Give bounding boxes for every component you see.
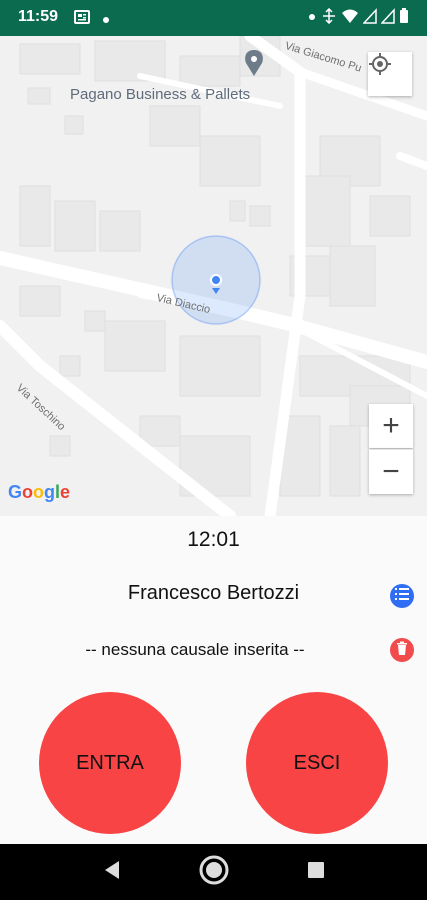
poi-label[interactable]: Pagano Business & Pallets xyxy=(70,86,250,103)
status-right-icons xyxy=(307,7,409,29)
google-logo-letter: G xyxy=(8,482,23,502)
recents-button[interactable] xyxy=(304,858,328,886)
zoom-out-button[interactable]: − xyxy=(369,449,413,494)
zoom-in-button[interactable]: + xyxy=(369,404,413,448)
back-triangle-icon xyxy=(103,860,121,885)
status-left-icons xyxy=(74,9,110,30)
enter-button[interactable]: ENTRA xyxy=(39,692,181,834)
current-time: 12:01 xyxy=(187,528,240,551)
exit-button[interactable]: ESCI xyxy=(246,692,388,834)
battery-icon xyxy=(399,8,409,29)
recents-square-icon xyxy=(307,861,325,884)
delete-causale-button[interactable] xyxy=(390,638,414,662)
google-logo-letter: e xyxy=(60,482,71,502)
status-time: 11:59 xyxy=(18,8,59,25)
user-name: Francesco Bertozzi xyxy=(127,582,300,604)
google-logo-letter: o xyxy=(22,482,34,502)
home-button[interactable] xyxy=(197,855,231,886)
list-button[interactable] xyxy=(390,584,414,608)
notification-dot-icon xyxy=(102,11,110,29)
google-logo-letter: o xyxy=(33,482,45,502)
causale-text: -- nessuna causale inserita -- xyxy=(85,640,305,659)
back-button[interactable] xyxy=(98,858,126,886)
trash-icon xyxy=(396,641,408,660)
news-icon xyxy=(74,9,90,30)
google-logo: Google xyxy=(8,482,70,503)
google-logo-letter: g xyxy=(44,482,56,502)
list-icon xyxy=(395,587,409,605)
home-circle-icon xyxy=(198,854,230,891)
my-location-button[interactable] xyxy=(368,52,412,96)
signal-icon xyxy=(380,8,395,29)
attendance-panel: 12:01 Francesco Bertozzi -- nessuna caus… xyxy=(0,516,427,844)
data-saver-icon xyxy=(321,7,337,29)
status-bar: 11:59 xyxy=(0,0,427,36)
signal-icon xyxy=(362,8,377,29)
map-view[interactable]: Pagano Business & Pallets Via Giacomo Pu… xyxy=(0,36,427,516)
navigation-bar xyxy=(0,844,427,900)
notification-dot-icon xyxy=(307,8,317,29)
wifi-icon xyxy=(341,8,359,29)
